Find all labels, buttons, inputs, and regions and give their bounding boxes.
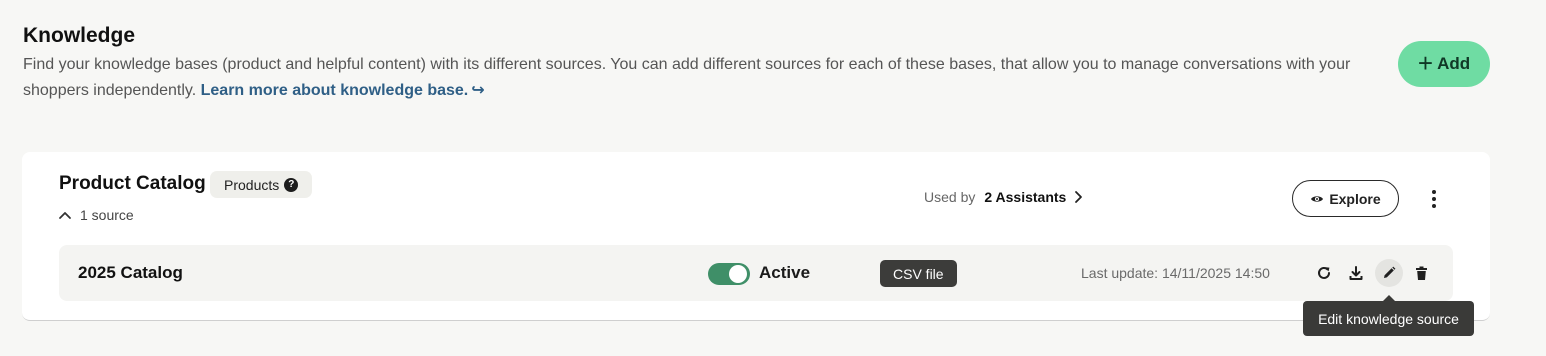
source-name: 2025 Catalog [78,263,183,282]
edit-icon [1384,266,1396,278]
more-options-icon[interactable] [1424,186,1444,212]
chevron-right-icon [1075,191,1083,203]
source-row: 2025 Catalog Active CSV file Last update… [59,245,1453,301]
explore-button[interactable]: Explore [1292,180,1399,217]
delete-button[interactable] [1407,259,1435,287]
eye-icon [1311,195,1324,202]
page-header: Knowledge Find your knowledge bases (pro… [23,22,1393,104]
toggle-knob [729,265,747,283]
learn-more-link[interactable]: Learn more about knowledge base. ↪ [201,82,485,99]
sources-count: 1 source [80,207,134,223]
plus-icon: + [1417,48,1434,78]
add-button[interactable]: + Add [1398,41,1490,87]
products-badge-label: Products [224,176,280,193]
source-type-badge: CSV file [880,260,957,287]
explore-label: Explore [1329,190,1381,207]
active-toggle[interactable] [708,263,750,285]
refresh-icon [1318,266,1330,279]
used-by-link[interactable]: Used by 2 Assistants [924,189,1083,205]
knowledge-base-card: Product Catalog Products ? 1 source Used… [22,152,1490,321]
products-badge: Products ? [210,171,313,198]
used-by-value: 2 Assistants [984,189,1067,205]
chevron-up-icon [59,212,71,219]
sources-collapse-toggle[interactable]: 1 source [58,207,134,223]
add-button-label: Add [1437,54,1471,73]
knowledge-base-title: Product Catalog [59,173,206,194]
status-label: Active [759,263,811,282]
edit-button[interactable] [1375,259,1403,287]
learn-more-label: Learn more about knowledge base. [200,82,469,99]
last-update: Last update: 14/11/2025 14:50 [1081,265,1270,281]
page-title: Knowledge [23,24,136,47]
help-icon[interactable]: ? [284,177,299,192]
download-icon [1349,266,1363,280]
page-description: Find your knowledge bases (product and h… [23,52,1393,104]
used-by-label: Used by [924,189,976,205]
external-arrow-icon: ↪ [471,82,485,99]
trash-icon [1415,266,1427,280]
refresh-button[interactable] [1310,259,1338,287]
edit-tooltip: Edit knowledge source [1303,301,1474,336]
download-button[interactable] [1342,259,1370,287]
